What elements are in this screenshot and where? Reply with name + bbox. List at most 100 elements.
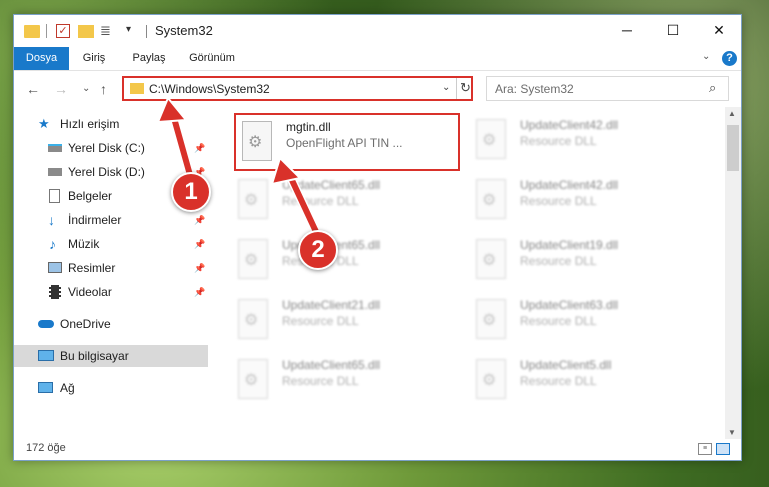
dll-file-icon [476, 119, 506, 159]
item-count: 172 öğe [26, 442, 66, 454]
scroll-down-arrow-icon[interactable]: ▼ [728, 428, 736, 437]
file-item[interactable]: UpdateClient5.dll Resource DLL [470, 353, 695, 409]
file-description: Resource DLL [520, 314, 597, 328]
customize-toolbar-chevron-icon[interactable]: ▾ [126, 24, 131, 42]
forward-arrow-icon[interactable]: → [54, 81, 68, 97]
explorer-window: ✓ ≣ ▾ System32 ─ ☐ ✕ Dosya Giriş Paylaş … [13, 14, 742, 461]
file-item[interactable]: UpdateClient42.dll Resource DLL [470, 113, 695, 169]
file-name: UpdateClient42.dll [520, 178, 619, 192]
details-view-icon[interactable]: ≡ [698, 443, 712, 455]
scroll-up-arrow-icon[interactable]: ▲ [728, 109, 736, 118]
navigation-bar: ← → ⌄ ↑ C:\Windows\System32 ⌄ ↻ Ara: Sys… [14, 72, 741, 106]
minimize-button[interactable]: ─ [604, 15, 650, 45]
up-arrow-icon[interactable]: ↑ [100, 81, 107, 97]
search-icon: ⌕ [709, 80, 717, 95]
music-icon: ♪ [49, 236, 56, 252]
file-item[interactable]: UpdateClient63.dll Resource DLL [470, 293, 695, 349]
dll-file-icon [238, 299, 268, 339]
recent-locations-chevron-icon[interactable]: ⌄ [82, 83, 90, 94]
sidebar-item-label: Ağ [60, 381, 75, 395]
vertical-scrollbar[interactable]: ▲ ▼ [725, 107, 741, 439]
status-bar: 172 öğe ≡ [14, 439, 741, 461]
search-input[interactable]: Ara: System32 [495, 82, 574, 96]
tab-file[interactable]: Dosya [14, 47, 69, 70]
pin-icon[interactable]: 📌 [194, 281, 205, 303]
new-folder-icon[interactable] [78, 25, 94, 38]
file-item[interactable]: UpdateClient65.dll Resource DLL [232, 173, 457, 229]
file-name: UpdateClient63.dll [520, 298, 619, 312]
list-view-icon[interactable]: ≣ [100, 24, 116, 38]
sidebar-item-label: Belgeler [68, 189, 113, 203]
file-name: UpdateClient21.dll [282, 298, 381, 312]
navigation-pane: ★ Hızlı erişim Yerel Disk (C:) 📌 Yerel D… [14, 111, 210, 411]
file-name: UpdateClient65.dll [282, 178, 381, 192]
sidebar-item-label: Videolar [68, 285, 112, 299]
sidebar-item-pictures[interactable]: Resimler 📌 [14, 257, 208, 279]
file-description: Resource DLL [520, 134, 597, 148]
pictures-icon [48, 262, 62, 273]
file-name: UpdateClient42.dll [520, 118, 619, 132]
sidebar-item-downloads[interactable]: ↓ İndirmeler 📌 [14, 209, 208, 231]
tab-view[interactable]: Görünüm [182, 47, 242, 70]
file-name: UpdateClient19.dll [520, 238, 619, 252]
file-item-mgtin[interactable]: mgtin.dll OpenFlight API TIN ... [234, 113, 460, 171]
download-icon: ↓ [48, 212, 55, 228]
sidebar-item-music[interactable]: ♪ Müzik 📌 [14, 233, 208, 255]
close-button[interactable]: ✕ [696, 15, 742, 45]
file-item[interactable]: UpdateClient42.dll Resource DLL [470, 173, 695, 229]
sidebar-item-label: Müzik [68, 237, 100, 251]
file-item[interactable]: UpdateClient65.dll Resource DLL [232, 353, 457, 409]
star-icon: ★ [38, 116, 50, 131]
sidebar-item-this-pc[interactable]: Bu bilgisayar [14, 345, 208, 367]
file-description: OpenFlight API TIN ... [286, 136, 403, 150]
sidebar-item-local-disk-c[interactable]: Yerel Disk (C:) 📌 [14, 137, 208, 159]
computer-icon [38, 350, 54, 361]
sidebar-item-label: Resimler [68, 261, 116, 275]
sidebar-item-quick-access[interactable]: ★ Hızlı erişim [14, 113, 208, 135]
title-bar: ✓ ≣ ▾ System32 ─ ☐ ✕ [14, 15, 741, 47]
file-name: UpdateClient5.dll [520, 358, 612, 372]
file-name: UpdateClient65.dll [282, 358, 381, 372]
separator [456, 78, 457, 99]
address-bar[interactable]: C:\Windows\System32 ⌄ ↻ [122, 76, 473, 101]
tab-home[interactable]: Giriş [74, 47, 114, 70]
network-icon [38, 382, 53, 393]
document-icon [49, 189, 60, 203]
sidebar-item-videos[interactable]: Videolar 📌 [14, 281, 208, 303]
step-2-badge: 2 [298, 230, 338, 270]
maximize-button[interactable]: ☐ [650, 15, 696, 45]
file-item[interactable]: UpdateClient65.dll Resource DLL [232, 233, 457, 289]
expand-ribbon-chevron-icon[interactable]: ⌄ [702, 51, 710, 62]
ribbon-tabs: Dosya Giriş Paylaş Görünüm ⌄ ? [14, 47, 741, 71]
sidebar-item-label: Hızlı erişim [60, 117, 120, 131]
pin-icon[interactable]: 📌 [194, 209, 205, 231]
address-dropdown-chevron-icon[interactable]: ⌄ [442, 82, 450, 93]
file-item[interactable]: UpdateClient21.dll Resource DLL [232, 293, 457, 349]
file-description: Resource DLL [520, 254, 597, 268]
pin-icon[interactable]: 📌 [194, 257, 205, 279]
sidebar-item-network[interactable]: Ağ [14, 377, 208, 399]
drive-icon [48, 144, 62, 152]
sidebar-item-label: Bu bilgisayar [60, 349, 129, 363]
sidebar-item-label: Yerel Disk (C:) [68, 141, 145, 155]
folder-icon [24, 25, 40, 38]
file-item[interactable]: UpdateClient19.dll Resource DLL [470, 233, 695, 289]
address-path[interactable]: C:\Windows\System32 [149, 82, 270, 96]
file-list: mgtin.dll OpenFlight API TIN ... UpdateC… [232, 111, 722, 437]
help-icon[interactable]: ? [722, 51, 737, 66]
tab-share[interactable]: Paylaş [126, 47, 172, 70]
sidebar-item-label: Yerel Disk (D:) [68, 165, 145, 179]
back-arrow-icon[interactable]: ← [26, 81, 40, 97]
sidebar-item-onedrive[interactable]: OneDrive [14, 313, 208, 335]
pin-icon[interactable]: 📌 [194, 233, 205, 255]
folder-icon [130, 83, 144, 94]
tiles-view-icon[interactable] [716, 443, 730, 455]
properties-check-icon[interactable]: ✓ [56, 24, 70, 38]
refresh-icon[interactable]: ↻ [460, 80, 471, 96]
search-box[interactable]: Ara: System32 ⌕ [486, 76, 729, 101]
scrollbar-thumb[interactable] [727, 125, 739, 171]
pin-icon[interactable]: 📌 [194, 137, 205, 159]
dll-file-icon [476, 359, 506, 399]
drive-icon [48, 168, 62, 176]
cloud-icon [38, 320, 54, 328]
